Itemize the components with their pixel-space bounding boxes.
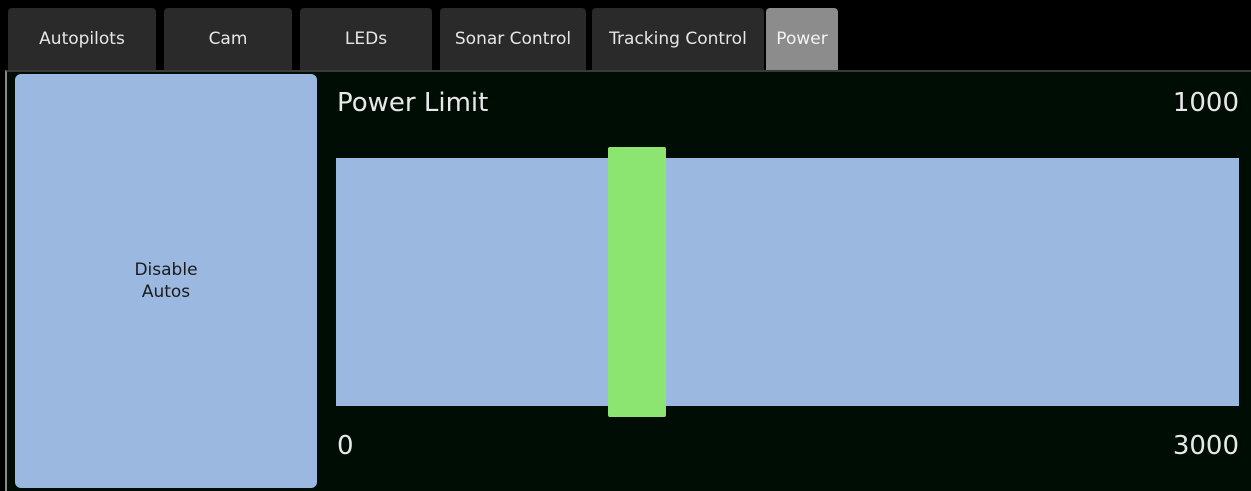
tab-label: LEDs [344, 29, 388, 49]
tab-cam[interactable]: Cam [164, 8, 292, 70]
tab-power[interactable]: Power [766, 8, 838, 70]
tab-label: Cam [208, 29, 248, 49]
slider-max-label: 3000 [1172, 431, 1239, 461]
disable-autos-button[interactable]: Disable Autos [15, 74, 317, 488]
tab-label: Tracking Control [609, 29, 747, 49]
power-control-app: Autopilots Cam LEDs Sonar Control Tracki… [0, 0, 1251, 491]
power-limit-slider-handle[interactable] [608, 147, 666, 417]
tab-bar: Autopilots Cam LEDs Sonar Control Tracki… [8, 8, 1251, 70]
tab-label: Power [776, 29, 828, 49]
tab-label: Sonar Control [454, 29, 572, 49]
tab-label: Autopilots [39, 29, 125, 49]
tab-tracking-control[interactable]: Tracking Control [592, 8, 764, 70]
power-limit-slider-track[interactable] [336, 158, 1239, 406]
slider-min-label: 0 [337, 431, 354, 461]
power-limit-title: Power Limit [337, 88, 489, 118]
power-limit-value: 1000 [1172, 88, 1239, 118]
tab-sonar-control[interactable]: Sonar Control [440, 8, 586, 70]
tab-autopilots[interactable]: Autopilots [8, 8, 156, 70]
tab-leds[interactable]: LEDs [300, 8, 432, 70]
